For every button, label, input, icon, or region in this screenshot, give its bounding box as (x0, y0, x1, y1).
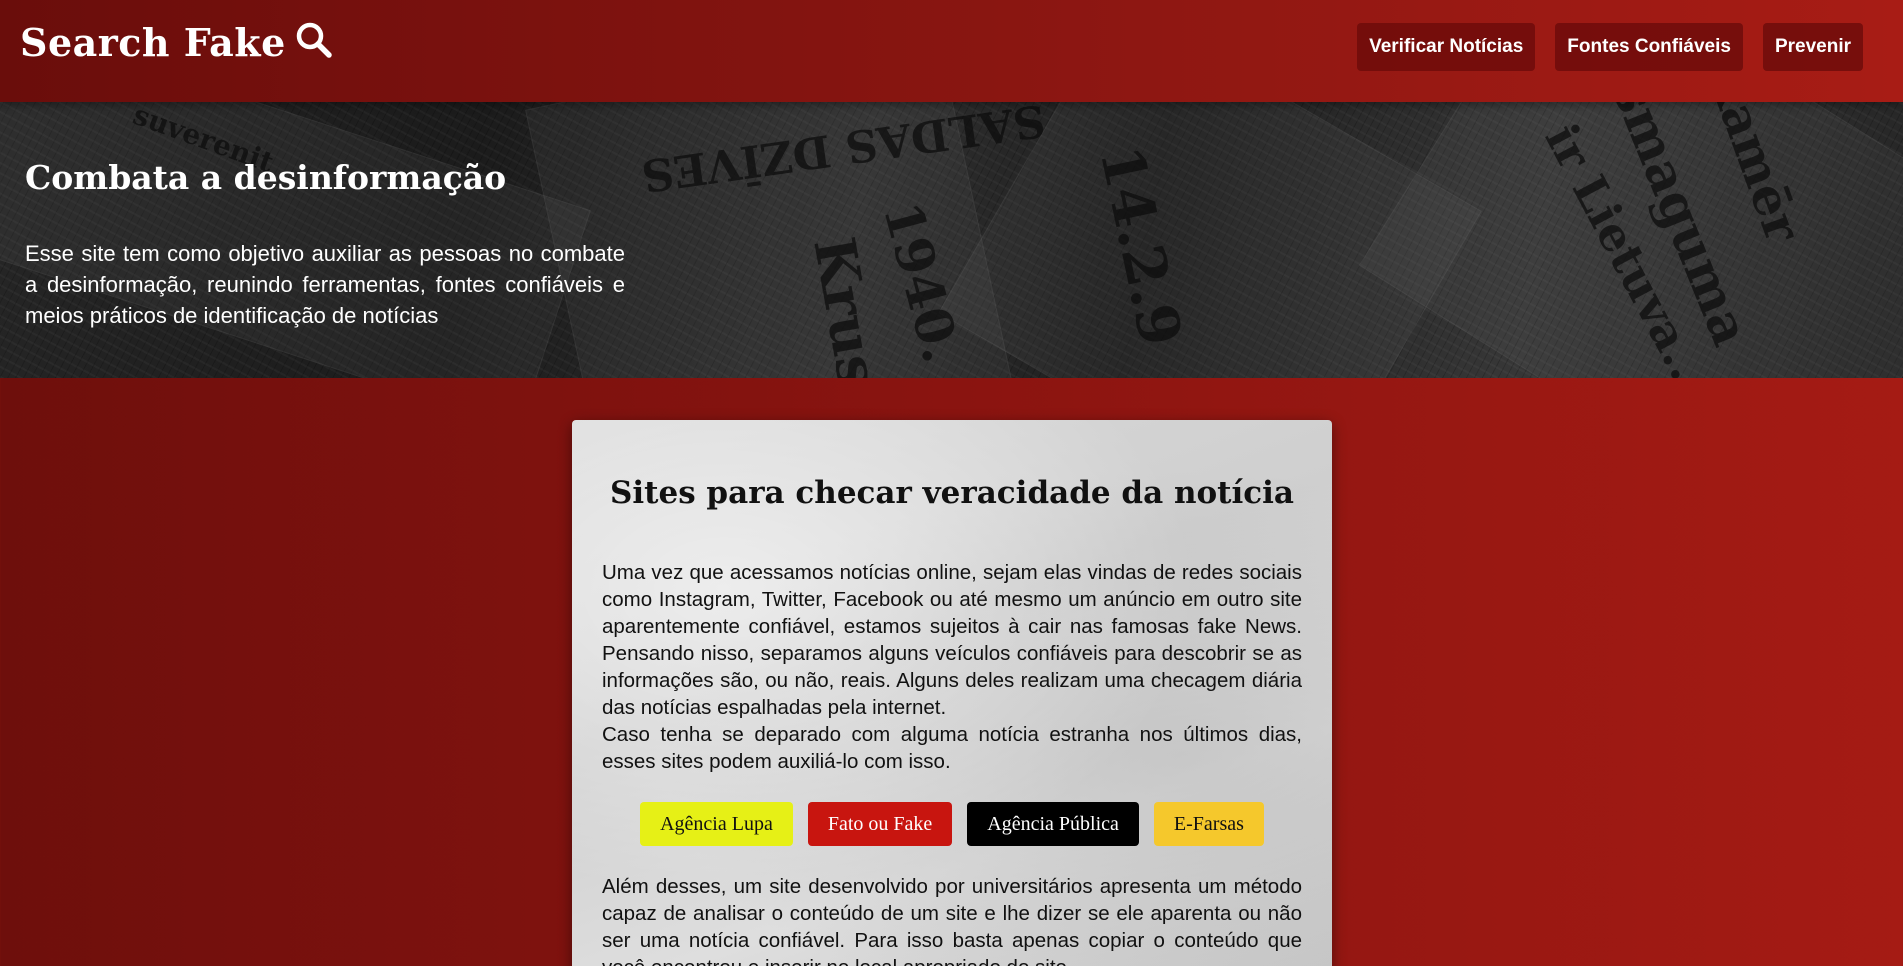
site-button-e-farsas[interactable]: E-Farsas (1153, 802, 1264, 846)
card-paragraph: Além desses, um site desenvolvido por un… (602, 875, 1302, 966)
site-button-fato-ou-fake[interactable]: Fato ou Fake (807, 802, 953, 846)
fact-check-sites: Agência Lupa Fato ou Fake Agência Públic… (572, 802, 1332, 846)
site-header: Search Fake Verificar Notícias Fontes Co… (0, 0, 1903, 102)
nav-fontes-confiaveis[interactable]: Fontes Confiáveis (1555, 23, 1743, 71)
hero-title: Combata a desinformação (25, 158, 507, 197)
hero-description: Esse site tem como objetivo auxiliar as … (25, 241, 625, 328)
main-nav: Verificar Notícias Fontes Confiáveis Pre… (1357, 23, 1863, 71)
nav-verificar-noticias[interactable]: Verificar Notícias (1357, 23, 1536, 71)
search-icon (294, 20, 334, 65)
site-button-agencia-publica[interactable]: Agência Pública (967, 802, 1139, 846)
hero-banner: SALDAS DZĪVES 14.2.9 1940. Krust smaguma… (0, 102, 1903, 378)
card-paragraph: Uma vez que acessamos notícias online, s… (602, 561, 1302, 719)
logo[interactable]: Search Fake (20, 20, 334, 65)
card-paragraph: Caso tenha se deparado com alguma notíci… (602, 723, 1302, 773)
logo-text: Search Fake (20, 20, 286, 65)
site-button-agencia-lupa[interactable]: Agência Lupa (640, 802, 793, 846)
fact-check-card: Sites para checar veracidade da notícia … (572, 420, 1332, 966)
nav-prevenir[interactable]: Prevenir (1762, 23, 1863, 71)
card-title: Sites para checar veracidade da notícia (609, 475, 1294, 511)
